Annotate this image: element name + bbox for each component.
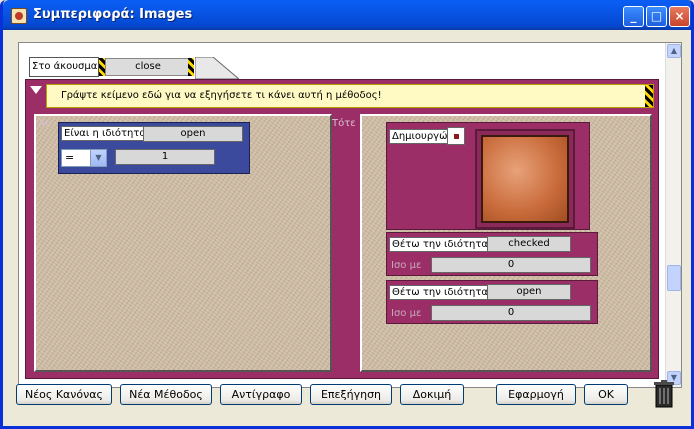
set-property-action-2[interactable]: Θέτω την ιδιότητα open Ισο με 0 bbox=[386, 280, 598, 324]
set-property-action-1[interactable]: Θέτω την ιδιότητα checked Ισο με 0 bbox=[386, 232, 598, 276]
event-tab[interactable]: Στο άκουσμα bbox=[29, 57, 105, 77]
event-label: Στο άκουσμα bbox=[32, 61, 98, 72]
chevron-down-icon[interactable]: ▼ bbox=[90, 150, 106, 166]
rule-frame: Γράψτε κείμενο εδώ για να εξηγήσετε τι κ… bbox=[25, 79, 659, 379]
set-value[interactable]: 0 bbox=[431, 257, 591, 273]
copy-button[interactable]: Αντίγραφο bbox=[220, 384, 302, 405]
condition-property-value[interactable]: open bbox=[143, 126, 243, 142]
vertical-scrollbar[interactable]: ▲ ▼ bbox=[665, 43, 681, 387]
window-content: Στο άκουσμα close Γράψτε κείμενο εδώ για… bbox=[6, 30, 691, 426]
apply-button[interactable]: Εφαρμογή bbox=[496, 384, 576, 405]
then-label: Τότε bbox=[332, 118, 356, 129]
condition-compare-value[interactable]: 1 bbox=[115, 149, 215, 165]
set-value[interactable]: 0 bbox=[431, 305, 591, 321]
test-button[interactable]: Δοκιμή bbox=[400, 384, 464, 405]
ok-button[interactable]: OK bbox=[584, 384, 628, 405]
maximize-icon[interactable]: □ bbox=[646, 6, 667, 27]
then-section: Τότε Δημιουργώ Θέτω την ιδιότητα checked… bbox=[332, 114, 652, 372]
hazard-stripe bbox=[188, 58, 194, 76]
app-icon bbox=[11, 8, 27, 24]
rule-editor: Στο άκουσμα close Γράψτε κείμενο εδώ για… bbox=[18, 42, 682, 388]
button-bar: Νέος Κανόνας Νέα Μέθοδος Αντίγραφο Επεξή… bbox=[6, 382, 691, 422]
comment-text: Γράψτε κείμενο εδώ για να εξηγήσετε τι κ… bbox=[61, 90, 382, 101]
scroll-up-icon[interactable]: ▲ bbox=[667, 44, 681, 58]
if-condition-block[interactable]: Είναι η ιδιότητα open = ▼ 1 bbox=[58, 122, 250, 174]
set-property-label: Θέτω την ιδιότητα bbox=[389, 285, 491, 300]
new-rule-button[interactable]: Νέος Κανόνας bbox=[16, 384, 112, 405]
if-section: Αν Είναι η ιδιότητα open = ▼ 1 bbox=[34, 114, 332, 372]
if-label: Αν bbox=[38, 118, 51, 129]
image-preview[interactable] bbox=[481, 135, 569, 223]
minimize-icon[interactable]: _ bbox=[623, 6, 644, 27]
close-icon[interactable]: × bbox=[669, 6, 690, 27]
explain-button[interactable]: Επεξήγηση bbox=[310, 384, 392, 405]
create-label: Δημιουργώ bbox=[389, 129, 451, 144]
trash-icon[interactable] bbox=[654, 380, 674, 408]
equal-label: Ισο με bbox=[391, 260, 422, 271]
rule-comment[interactable]: Γράψτε κείμενο εδώ για να εξηγήσετε τι κ… bbox=[46, 84, 654, 108]
set-property-value[interactable]: checked bbox=[487, 236, 571, 252]
window-title: Συμπεριφορά: Images bbox=[33, 7, 193, 22]
set-property-value[interactable]: open bbox=[487, 284, 571, 300]
image-preview-frame bbox=[475, 129, 575, 229]
collapse-arrow-icon[interactable] bbox=[30, 86, 42, 94]
condition-property-label: Είναι η ιδιότητα bbox=[61, 126, 149, 141]
operator-value: = bbox=[65, 151, 75, 164]
event-value[interactable]: close bbox=[105, 58, 191, 76]
set-property-label: Θέτω την ιδιότητα bbox=[389, 237, 491, 252]
new-method-button[interactable]: Νέα Μέθοδος bbox=[120, 384, 212, 405]
title-bar[interactable]: Συμπεριφορά: Images _ □ × bbox=[3, 0, 691, 30]
scroll-thumb[interactable] bbox=[667, 265, 681, 291]
create-action-block[interactable]: Δημιουργώ bbox=[386, 122, 590, 230]
tab-slope bbox=[195, 57, 239, 79]
create-toggle[interactable] bbox=[447, 127, 465, 145]
hazard-stripe bbox=[645, 85, 653, 107]
equal-label: Ισο με bbox=[391, 308, 422, 319]
operator-select[interactable]: = ▼ bbox=[61, 149, 107, 167]
behavior-window: Συμπεριφορά: Images _ □ × Στο άκουσμα cl… bbox=[0, 0, 694, 429]
